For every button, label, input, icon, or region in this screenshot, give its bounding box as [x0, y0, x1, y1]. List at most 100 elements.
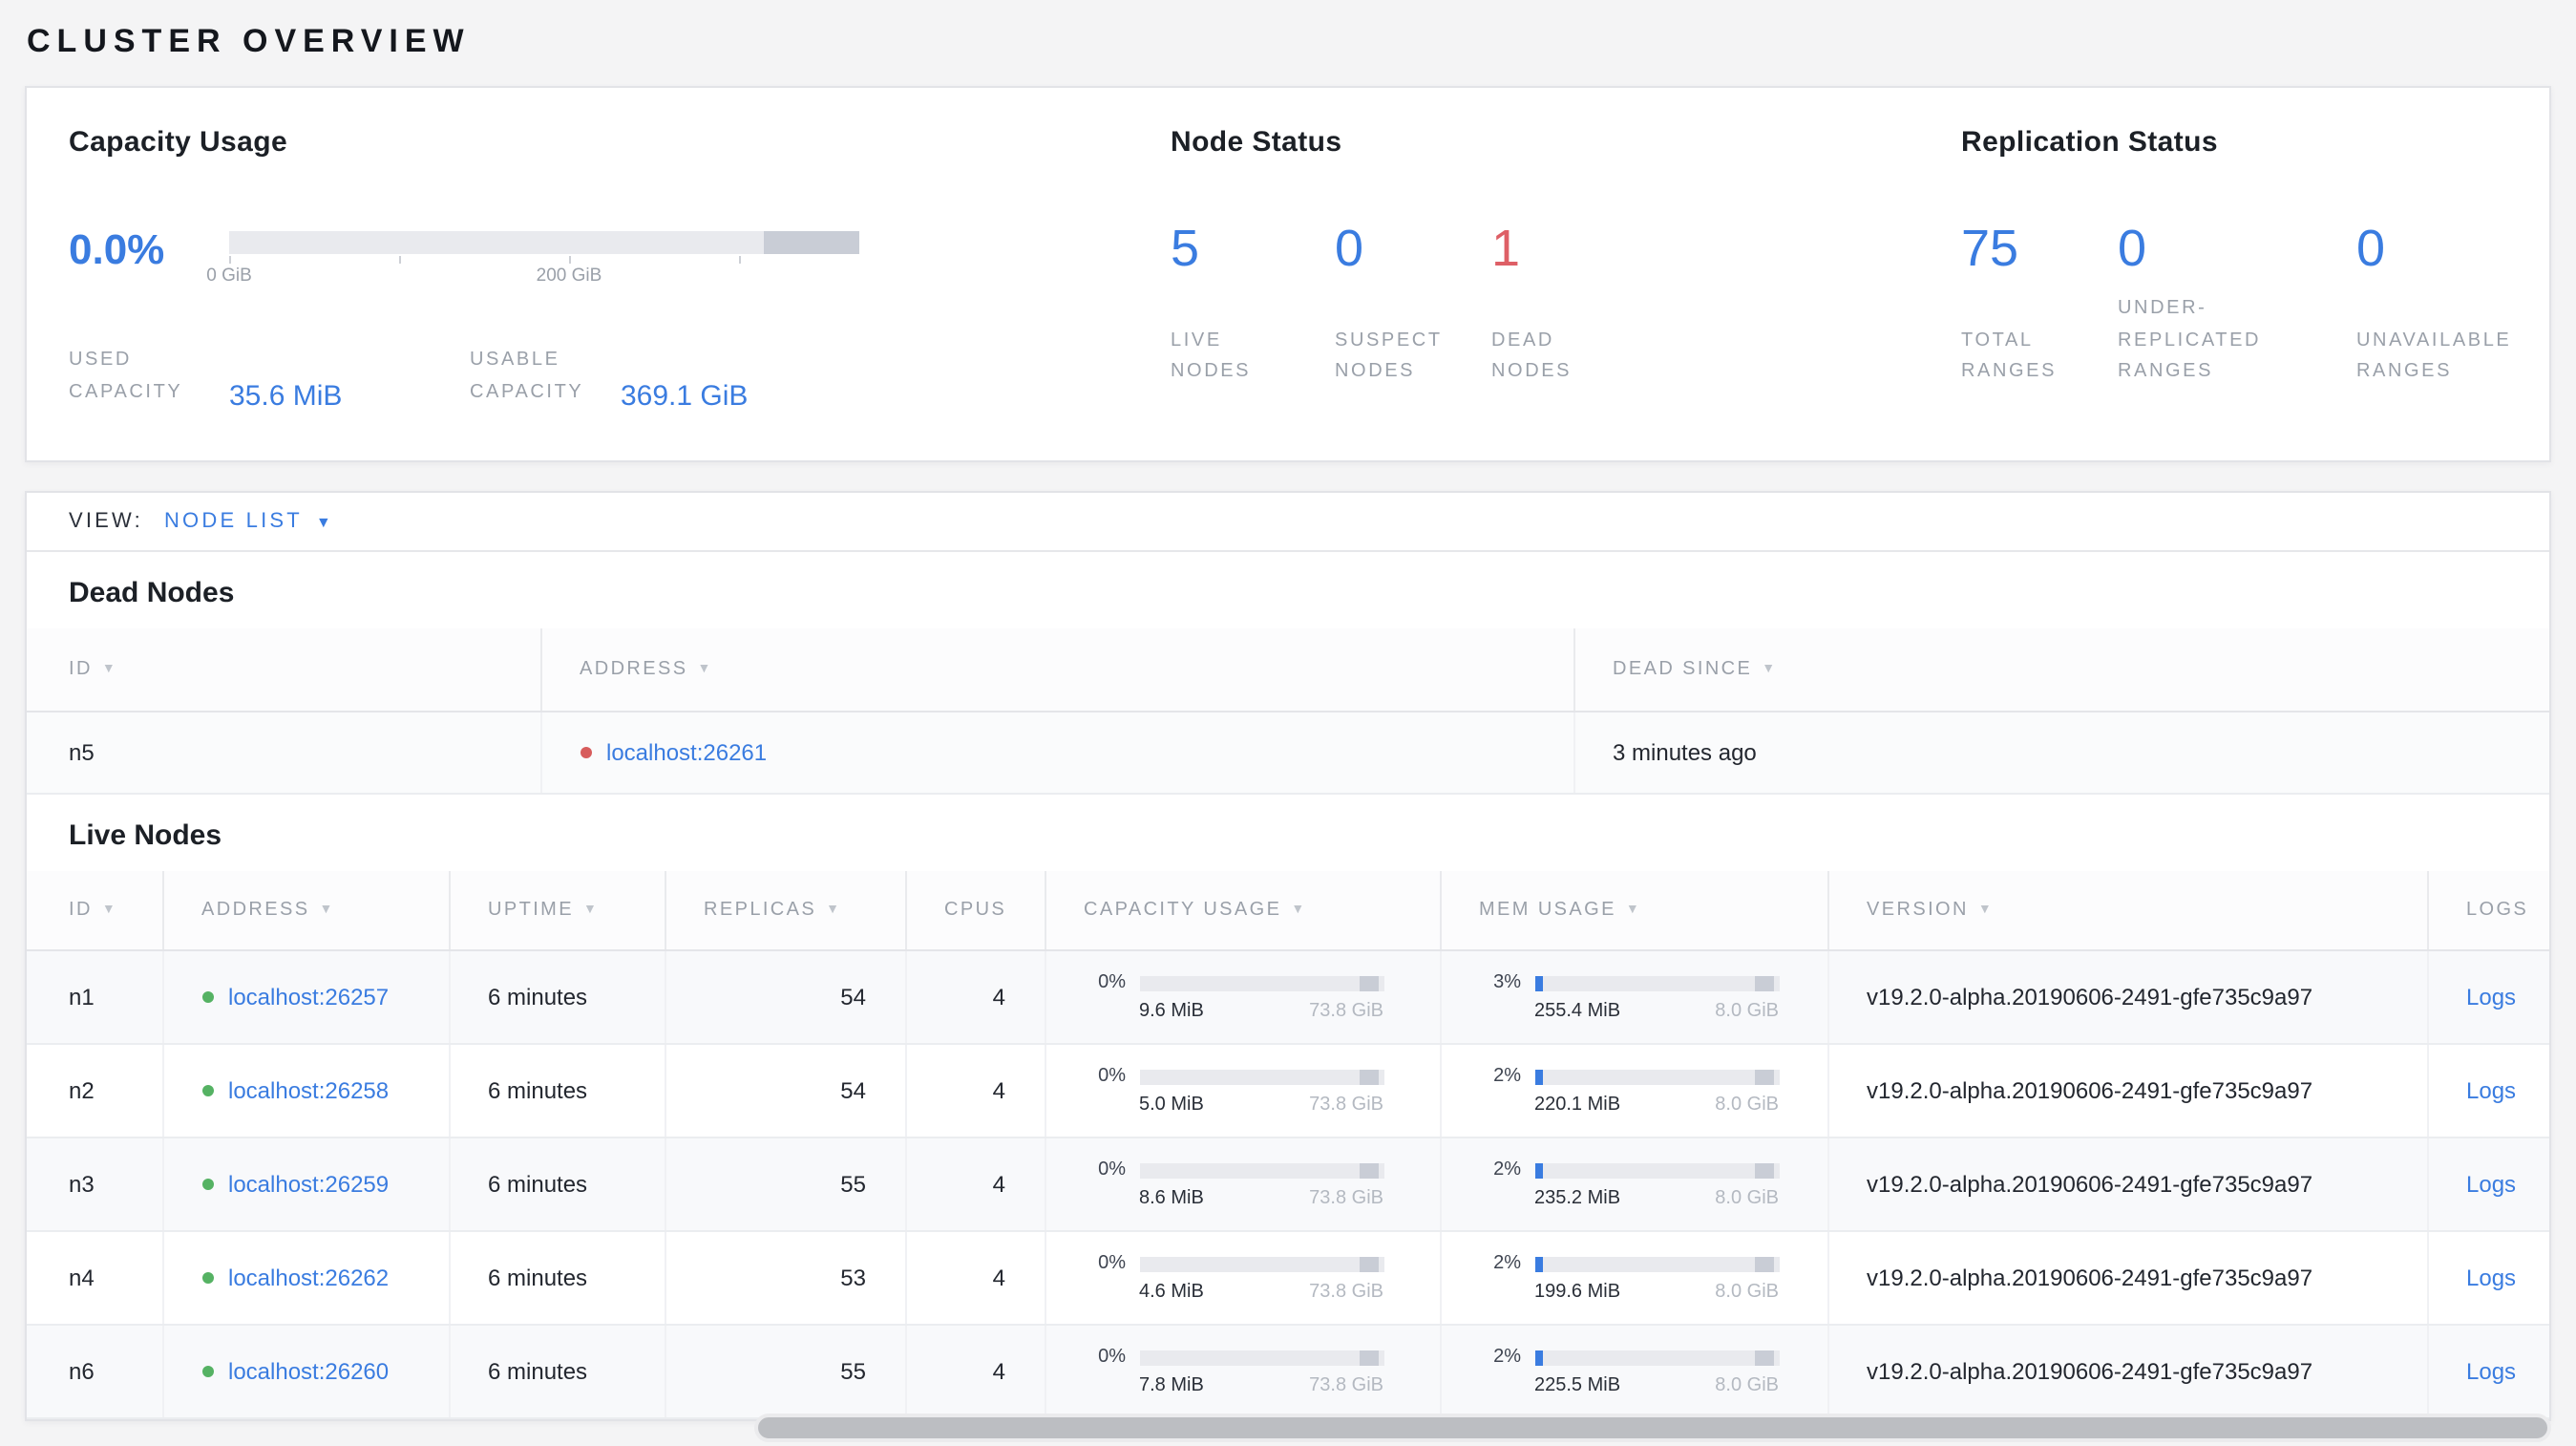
mem-used-value: 225.5 MiB	[1534, 1375, 1621, 1396]
logs-link[interactable]: Logs	[2466, 1077, 2516, 1104]
minibar-other-segment	[1359, 1350, 1378, 1365]
minibar-other-segment	[1754, 1069, 1773, 1084]
total-ranges-label: TOTAL RANGES	[1961, 330, 2058, 383]
capacity-bar-other-segment	[764, 231, 859, 254]
axis-tick-label: 200 GiB	[536, 266, 602, 287]
capacity-minibar	[1139, 975, 1383, 990]
view-dropdown-value: NODE LIST	[163, 510, 303, 533]
node-address-link[interactable]: localhost:26257	[228, 984, 389, 1010]
under-replicated-count: 0	[2118, 220, 2147, 277]
capacity-percent-label: 0%	[1098, 1159, 1126, 1180]
suspect-nodes-label: SUSPECT NODES	[1335, 330, 1443, 383]
node-logs-cell: Logs	[2427, 1231, 2549, 1326]
capacity-percent-label: 0%	[1098, 1347, 1126, 1368]
live-col-mem-usage[interactable]: MEM USAGE ▼	[1440, 870, 1828, 951]
node-id-cell: n4	[27, 1231, 163, 1326]
sort-desc-icon: ▼	[826, 903, 842, 917]
replication-status-section: Replication Status 75 TOTAL RANGES 0 UND…	[1961, 126, 2570, 460]
sort-desc-icon: ▼	[582, 903, 600, 917]
node-uptime-cell: 6 minutes	[449, 1231, 665, 1326]
live-col-cpus: CPUS	[905, 870, 1045, 951]
node-address-link[interactable]: localhost:26262	[228, 1265, 389, 1291]
live-node-row: n2 localhost:26258 6 minutes 54 4 0% 5.0…	[27, 1044, 2549, 1138]
total-ranges-count: 75	[1961, 220, 2019, 277]
node-address-link[interactable]: localhost:26259	[228, 1171, 389, 1198]
dead-col-id[interactable]: ID ▼	[27, 628, 541, 712]
dead-col-address[interactable]: ADDRESS ▼	[540, 628, 1574, 712]
horizontal-scrollbar[interactable]	[754, 1414, 2551, 1442]
live-col-version[interactable]: VERSION ▼	[1827, 870, 2428, 951]
mem-total-value: 8.0 GiB	[1715, 1282, 1779, 1303]
node-logs-cell: Logs	[2427, 950, 2549, 1045]
node-address-cell: localhost:26257	[162, 950, 450, 1045]
node-logs-cell: Logs	[2427, 1044, 2549, 1138]
minibar-used-fill	[1534, 1162, 1542, 1178]
capacity-used-value: 5.0 MiB	[1139, 1095, 1204, 1116]
capacity-total-value: 73.8 GiB	[1309, 1188, 1383, 1209]
node-uptime-cell: 6 minutes	[449, 1325, 665, 1419]
dead-since-cell: 3 minutes ago	[1573, 711, 2549, 794]
dead-table-header-row: ID ▼ ADDRESS ▼ DEAD SINCE ▼	[27, 628, 2549, 712]
sort-desc-icon: ▼	[1977, 903, 1995, 917]
live-col-replicas[interactable]: REPLICAS ▼	[665, 870, 906, 951]
logs-link[interactable]: Logs	[2466, 1171, 2516, 1198]
capacity-total-value: 73.8 GiB	[1309, 1095, 1383, 1116]
node-version-cell: v19.2.0-alpha.20190606-2491-gfe735c9a97	[1827, 950, 2428, 1045]
node-status-title: Node Status	[1171, 126, 1342, 159]
live-table-header-row: ID ▼ ADDRESS ▼ UPTIME ▼ REPLICAS ▼ CPUS CAPA…	[27, 870, 2549, 951]
under-replicated-stat: 0 UNDER- REPLICATED RANGES	[2118, 220, 2356, 389]
mem-percent-label: 2%	[1493, 1159, 1521, 1180]
node-capacity-cell: 0% 5.0 MiB 73.8 GiB	[1045, 1044, 1441, 1138]
axis-tick	[569, 256, 571, 264]
logs-link[interactable]: Logs	[2466, 1265, 2516, 1291]
mem-percent-label: 2%	[1493, 1253, 1521, 1274]
node-status-section: Node Status 5 LIVE NODES 0 SUSPECT NODES…	[1171, 126, 1961, 460]
view-dropdown[interactable]: NODE LIST ▼	[164, 510, 331, 533]
dead-col-dead-since[interactable]: DEAD SINCE ▼	[1573, 628, 2549, 712]
page-title: CLUSTER OVERVIEW	[27, 23, 471, 59]
live-nodes-table: ID ▼ ADDRESS ▼ UPTIME ▼ REPLICAS ▼ CPUS CAPA…	[27, 870, 2549, 1419]
node-address-cell: localhost:26262	[162, 1231, 450, 1326]
minibar-used-fill	[1534, 1256, 1542, 1271]
node-mem-cell: 2% 225.5 MiB 8.0 GiB	[1440, 1325, 1828, 1419]
node-mem-cell: 2% 199.6 MiB 8.0 GiB	[1440, 1231, 1828, 1326]
mem-total-value: 8.0 GiB	[1715, 1001, 1779, 1022]
suspect-nodes-count: 0	[1335, 220, 1364, 277]
live-status-icon	[201, 1366, 213, 1377]
node-replicas-cell: 54	[665, 950, 906, 1045]
live-nodes-label: LIVE NODES	[1171, 330, 1252, 383]
capacity-percent: 0.0%	[69, 225, 165, 273]
sort-desc-icon: ▼	[1625, 903, 1642, 917]
capacity-minibar	[1139, 1350, 1383, 1365]
live-col-uptime[interactable]: UPTIME ▼	[449, 870, 665, 951]
node-address-link[interactable]: localhost:26261	[606, 738, 767, 765]
node-replicas-cell: 53	[665, 1231, 906, 1326]
mem-used-value: 199.6 MiB	[1534, 1282, 1621, 1303]
live-col-address[interactable]: ADDRESS ▼	[162, 870, 450, 951]
node-version-cell: v19.2.0-alpha.20190606-2491-gfe735c9a97	[1827, 1231, 2428, 1326]
mem-minibar	[1534, 1069, 1779, 1084]
node-cpus-cell: 4	[905, 1325, 1045, 1419]
live-col-id[interactable]: ID ▼	[27, 870, 163, 951]
mem-used-value: 235.2 MiB	[1534, 1188, 1621, 1209]
live-node-row: n1 localhost:26257 6 minutes 54 4 0% 9.6…	[27, 950, 2549, 1045]
chevron-down-icon: ▼	[315, 513, 331, 530]
node-capacity-cell: 0% 4.6 MiB 73.8 GiB	[1045, 1231, 1441, 1326]
live-col-capacity-usage[interactable]: CAPACITY USAGE ▼	[1045, 870, 1441, 951]
mem-minibar	[1534, 975, 1779, 990]
dead-nodes-count: 1	[1491, 220, 1521, 277]
logs-link[interactable]: Logs	[2466, 1358, 2516, 1385]
node-mem-cell: 2% 220.1 MiB 8.0 GiB	[1440, 1044, 1828, 1138]
axis-tick-label: 0 GiB	[206, 266, 252, 287]
minibar-other-segment	[1359, 1162, 1378, 1178]
minibar-other-segment	[1359, 1256, 1378, 1271]
mem-percent-label: 2%	[1493, 1347, 1521, 1368]
mem-percent-label: 2%	[1493, 1066, 1521, 1087]
node-address-link[interactable]: localhost:26258	[228, 1077, 389, 1104]
logs-link[interactable]: Logs	[2466, 984, 2516, 1010]
total-ranges-stat: 75 TOTAL RANGES	[1961, 220, 2118, 389]
live-node-row: n6 localhost:26260 6 minutes 55 4 0% 7.8…	[27, 1325, 2549, 1419]
live-node-row: n4 localhost:26262 6 minutes 53 4 0% 4.6…	[27, 1231, 2549, 1326]
node-cpus-cell: 4	[905, 1138, 1045, 1232]
node-address-link[interactable]: localhost:26260	[228, 1358, 389, 1385]
